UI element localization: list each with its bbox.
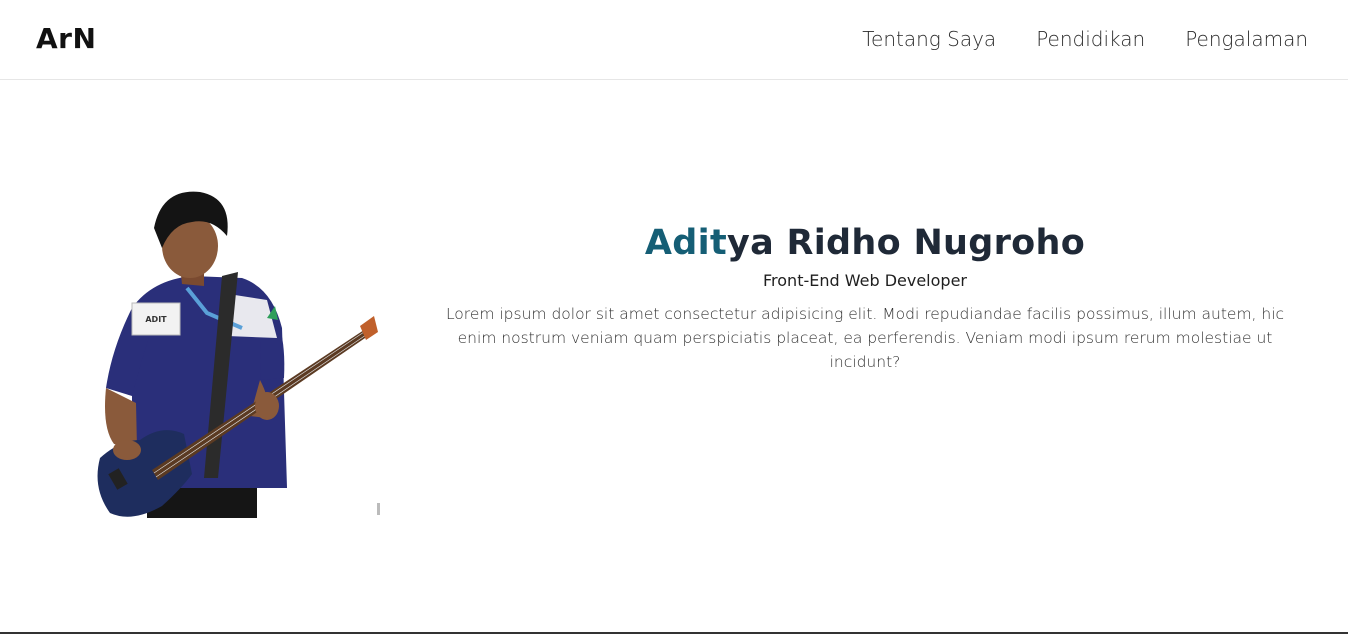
hero-intro: Aditya Ridho Nugroho Front-End Web Devel… (425, 223, 1305, 374)
nav-link-tentang-saya[interactable]: Tentang Saya (862, 27, 996, 51)
navbar: ArN Tentang Saya Pendidikan Pengalaman (0, 0, 1348, 80)
profile-photo: ADIT (92, 188, 384, 518)
hero-name-rest: ya Ridho Nugroho (726, 223, 1086, 263)
nav-link-pendidikan[interactable]: Pendidikan (1036, 27, 1145, 51)
hero-name-accent: Adit (644, 223, 727, 263)
brand-logo[interactable]: ArN (36, 22, 96, 55)
hero-name: Aditya Ridho Nugroho (425, 223, 1305, 263)
hero-role: Front-End Web Developer (763, 271, 967, 290)
hero-section: ADIT Aditya Ridho Nugroho Front-End Web (0, 80, 1348, 633)
nav-link-pengalaman[interactable]: Pengalaman (1185, 27, 1308, 51)
hero-description: Lorem ipsum dolor sit amet consectetur a… (445, 305, 1285, 371)
badge-text: ADIT (145, 315, 167, 324)
nav-links: Tentang Saya Pendidikan Pengalaman (862, 27, 1308, 51)
